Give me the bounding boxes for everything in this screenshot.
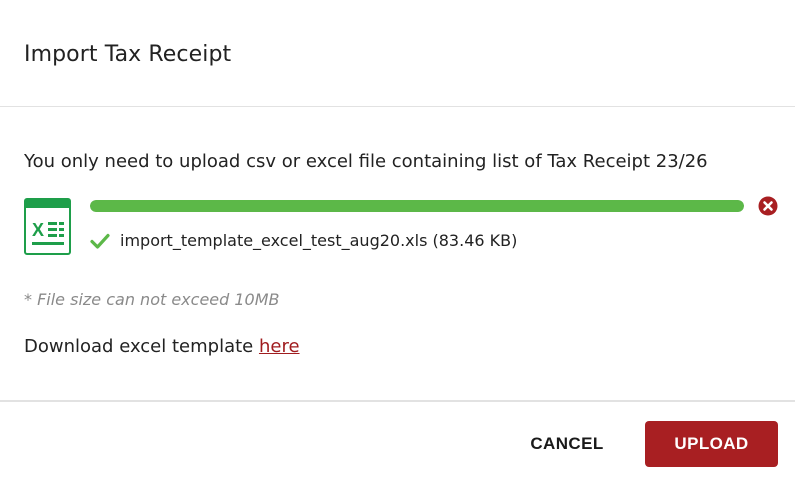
- excel-file-icon: X: [24, 198, 71, 255]
- file-status: import_template_excel_test_aug20.xls (83…: [90, 228, 517, 254]
- download-template-line: Download excel template here: [24, 333, 300, 361]
- svg-text:X: X: [32, 220, 44, 240]
- dialog-footer: CANCEL UPLOAD: [0, 400, 795, 493]
- cancel-button[interactable]: CANCEL: [520, 422, 614, 466]
- upload-button[interactable]: UPLOAD: [645, 421, 778, 467]
- file-name: import_template_excel_test_aug20.xls (83…: [120, 231, 518, 250]
- import-dialog: Import Tax Receipt You only need to uplo…: [0, 0, 795, 493]
- file-size-note: * File size can not exceed 10MB: [24, 290, 280, 309]
- remove-file-icon[interactable]: [758, 196, 778, 216]
- upload-progress-bar: [90, 200, 744, 212]
- dialog-title: Import Tax Receipt: [24, 42, 232, 67]
- uploaded-file-row: X import_template_excel_test_aug20.xls (…: [24, 196, 784, 258]
- check-icon: [90, 233, 110, 249]
- download-template-text: Download excel template: [24, 336, 259, 357]
- upload-progress-fill: [90, 200, 744, 212]
- dialog-body: You only need to upload csv or excel fil…: [0, 108, 795, 400]
- dialog-header: Import Tax Receipt: [0, 0, 795, 107]
- download-template-link[interactable]: here: [259, 336, 300, 357]
- upload-instructions: You only need to upload csv or excel fil…: [24, 151, 708, 172]
